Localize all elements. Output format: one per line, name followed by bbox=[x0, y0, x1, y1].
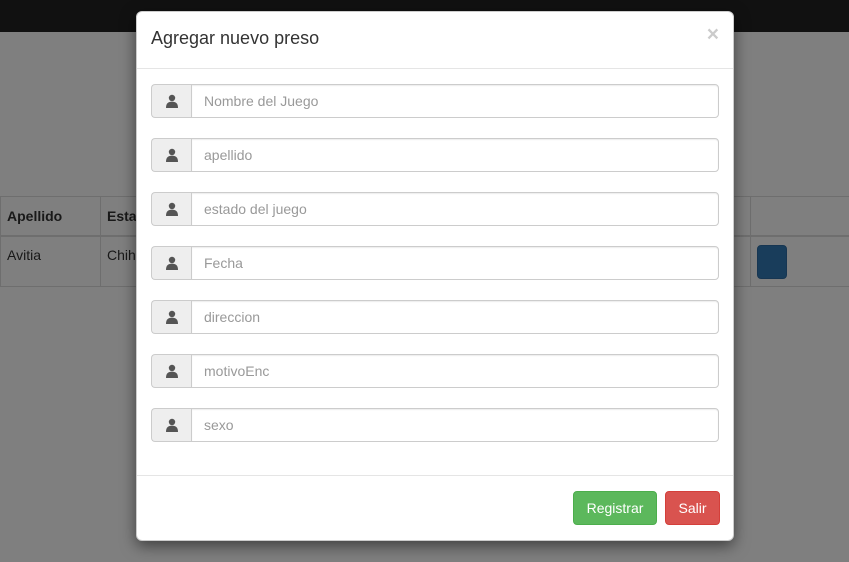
input-group-direccion bbox=[151, 300, 719, 334]
user-icon bbox=[151, 354, 191, 388]
sexo-input[interactable] bbox=[191, 408, 719, 442]
modal-body bbox=[137, 69, 733, 477]
input-group-nombre bbox=[151, 84, 719, 118]
input-group-estado bbox=[151, 192, 719, 226]
modal-header: Agregar nuevo preso × bbox=[137, 12, 733, 69]
salir-button[interactable]: Salir bbox=[665, 491, 720, 525]
modal-footer: Registrar Salir bbox=[137, 475, 733, 540]
fecha-input[interactable] bbox=[191, 246, 719, 280]
user-icon bbox=[151, 138, 191, 172]
nombre-input[interactable] bbox=[191, 84, 719, 118]
close-button[interactable]: × bbox=[707, 24, 719, 45]
modal-title: Agregar nuevo preso bbox=[151, 28, 320, 48]
direccion-input[interactable] bbox=[191, 300, 719, 334]
registrar-button[interactable]: Registrar bbox=[573, 491, 657, 525]
add-prisoner-modal: Agregar nuevo preso × Nombre del Juego a… bbox=[136, 11, 734, 541]
user-icon bbox=[151, 84, 191, 118]
input-group-apellido bbox=[151, 138, 719, 172]
motivo-input[interactable] bbox=[191, 354, 719, 388]
input-group-fecha bbox=[151, 246, 719, 280]
input-group-motivo bbox=[151, 354, 719, 388]
estado-input[interactable] bbox=[191, 192, 719, 226]
user-icon bbox=[151, 192, 191, 226]
user-icon bbox=[151, 246, 191, 280]
apellido-input[interactable] bbox=[191, 138, 719, 172]
user-icon bbox=[151, 408, 191, 442]
user-icon bbox=[151, 300, 191, 334]
input-group-sexo bbox=[151, 408, 719, 442]
